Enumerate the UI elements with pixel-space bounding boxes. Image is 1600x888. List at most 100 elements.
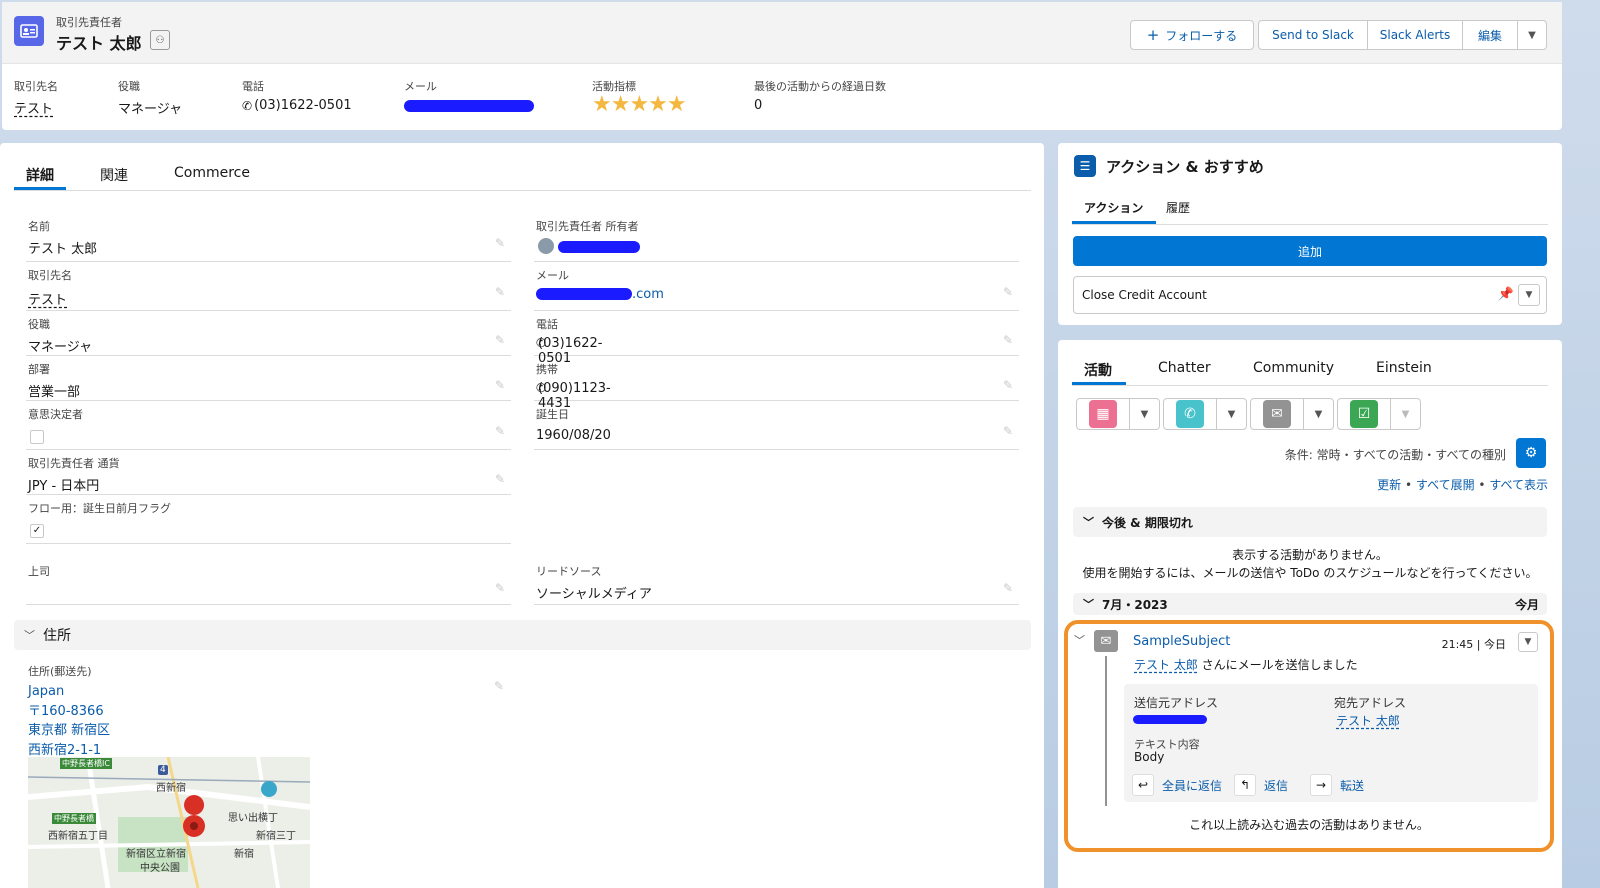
hierarchy-icon[interactable]: ⚇: [150, 30, 170, 50]
pencil-icon[interactable]: ✎: [495, 378, 505, 392]
pencil-icon[interactable]: ✎: [1003, 333, 1013, 347]
record-header: 取引先責任者 テスト 太郎 ⚇ + フォローする Send to Slack Sl…: [2, 2, 1562, 130]
tab-actions[interactable]: アクション: [1084, 199, 1143, 216]
reply-button[interactable]: ↰ 返信: [1234, 774, 1288, 796]
edit-button[interactable]: 編集: [1462, 20, 1518, 50]
chevron-down-icon[interactable]: ▼: [1216, 399, 1246, 429]
map-label: 新宿: [234, 849, 254, 860]
reply-icon: ↰: [1234, 774, 1256, 796]
field-owner: 取引先責任者 所有者: [534, 218, 1019, 262]
new-event-button[interactable]: ▦ ▼: [1076, 398, 1160, 430]
chevron-down-icon[interactable]: ▼: [1303, 399, 1333, 429]
tab-related[interactable]: 関連: [100, 165, 128, 185]
object-label: 取引先責任者: [56, 16, 122, 29]
timeline-line: [1105, 656, 1107, 806]
map-label: 中央公園: [140, 863, 180, 874]
email-redacted[interactable]: [404, 100, 534, 112]
refresh-link[interactable]: 更新: [1377, 478, 1401, 492]
detail-card: 詳細 関連 Commerce 名前 テスト 太郎 ✎ 取引先名 テスト ✎ 役職…: [0, 143, 1044, 888]
field-flow-flag: フロー用：誕生日前月フラグ ✓: [26, 500, 511, 544]
log-call-button[interactable]: ✆ ▼: [1163, 398, 1247, 430]
no-more-activity: これ以上読み込む過去の活動はありません。: [1189, 818, 1429, 832]
pencil-icon[interactable]: ✎: [495, 333, 505, 347]
more-actions-dropdown[interactable]: ▼: [1517, 20, 1547, 50]
field-phone: 電話 ✆ (03)1622-0501 ✎: [534, 316, 1019, 366]
expand-all-link[interactable]: すべて展開: [1416, 478, 1475, 492]
field-currency: 取引先責任者 通貨 JPY - 日本円 ✎: [26, 455, 511, 495]
chevron-down-icon[interactable]: ▼: [1518, 284, 1540, 306]
forward-button[interactable]: → 転送: [1310, 774, 1364, 796]
follow-button[interactable]: + フォローする: [1130, 20, 1254, 50]
pencil-icon[interactable]: ✎: [495, 285, 505, 299]
tab-community[interactable]: Community: [1253, 360, 1334, 376]
empty-message-1: 表示する活動がありません。: [1232, 548, 1388, 562]
highlight-days-since: 最後の活動からの経過日数 0: [754, 80, 886, 113]
chevron-down-icon[interactable]: ▼: [1390, 399, 1420, 429]
pin-icon[interactable]: 📌: [1498, 287, 1514, 302]
email-icon: ✉: [1263, 400, 1291, 428]
filter-settings-button[interactable]: ⚙: [1516, 438, 1546, 468]
phone-value[interactable]: (03)1622-0501: [254, 98, 352, 113]
map-label: 新宿区立新宿: [126, 849, 186, 860]
flow-flag-checkbox: ✓: [30, 524, 44, 538]
email-item-menu[interactable]: ▼: [1518, 632, 1538, 652]
email-suffix[interactable]: .com: [632, 287, 664, 302]
to-address-link[interactable]: テスト 太郎: [1336, 712, 1400, 729]
email-redacted[interactable]: [536, 288, 632, 300]
pencil-icon[interactable]: ✎: [495, 236, 505, 250]
pencil-icon[interactable]: ✎: [495, 472, 505, 486]
send-email-button[interactable]: ✉ ▼: [1250, 398, 1334, 430]
tab-einstein[interactable]: Einstein: [1376, 360, 1432, 376]
map-label: 西新宿五丁目: [48, 831, 108, 842]
field-email: メール .com ✎: [534, 267, 1019, 311]
highlight-title: 役職 マネージャ: [118, 80, 183, 117]
month-section-header[interactable]: ﹀ 7月・2023 今月: [1073, 593, 1547, 615]
email-subject-link[interactable]: SampleSubject: [1133, 634, 1230, 649]
action-item[interactable]: Close Credit Account 📌 ▼: [1073, 276, 1547, 314]
send-to-slack-button[interactable]: Send to Slack: [1258, 20, 1368, 50]
task-icon: ☑: [1350, 400, 1378, 428]
reply-all-icon: ↩: [1132, 774, 1154, 796]
pencil-icon[interactable]: ✎: [495, 581, 505, 595]
decision-maker-checkbox: [30, 430, 44, 444]
highlight-account: 取引先名 テスト: [14, 80, 58, 117]
address-section-header[interactable]: ﹀ 住所: [14, 620, 1031, 650]
tab-history[interactable]: 履歴: [1166, 199, 1190, 216]
pencil-icon[interactable]: ✎: [1003, 581, 1013, 595]
pencil-icon[interactable]: ✎: [494, 679, 504, 693]
field-mobile: 携帯 ✆ (090)1123-4431 ✎: [534, 361, 1019, 411]
reply-all-button[interactable]: ↩ 全員に返信: [1132, 774, 1222, 796]
field-birthday: 誕生日 1960/08/20 ✎: [534, 406, 1019, 450]
pencil-icon[interactable]: ✎: [1003, 378, 1013, 392]
account-name-link[interactable]: テスト: [28, 289, 67, 308]
chevron-down-icon[interactable]: ﹀: [1074, 632, 1085, 648]
new-task-button[interactable]: ☑ ▼: [1337, 398, 1421, 430]
owner-redacted[interactable]: [558, 241, 640, 253]
address-link[interactable]: Japan 〒160-8366 東京都 新宿区 西新宿2-1-1: [28, 682, 110, 760]
pencil-icon[interactable]: ✎: [1003, 285, 1013, 299]
email-activity-item: ﹀ ✉ SampleSubject 21:45 | 今日 ▼ テスト 太郎 さん…: [1068, 624, 1550, 848]
from-address-redacted[interactable]: [1133, 715, 1207, 724]
activity-filter-text: 条件: 常時・すべての活動・すべての種別: [1284, 448, 1506, 462]
address-map[interactable]: 中野長者橋IC 西新宿 中野長者橋 西新宿五丁目 思い出横丁 新宿三丁 新宿区立…: [28, 757, 310, 888]
tab-commerce[interactable]: Commerce: [174, 165, 250, 181]
empty-message-2: 使用を開始するには、メールの送信や ToDo のスケジュールなどを行ってください…: [1082, 566, 1538, 580]
chevron-down-icon: ﹀: [1083, 516, 1094, 529]
tab-activity[interactable]: 活動: [1084, 360, 1112, 380]
pencil-icon[interactable]: ✎: [1003, 424, 1013, 438]
upcoming-section-header[interactable]: ﹀ 今後 & 期限切れ: [1073, 507, 1547, 537]
chevron-down-icon: ﹀: [24, 629, 35, 642]
view-all-link[interactable]: すべて表示: [1489, 478, 1548, 492]
slack-alerts-button[interactable]: Slack Alerts: [1367, 20, 1463, 50]
add-action-button[interactable]: 追加: [1073, 236, 1547, 266]
phone-icon[interactable]: ✆: [242, 99, 252, 113]
pencil-icon[interactable]: ✎: [495, 424, 505, 438]
account-link[interactable]: テスト: [14, 98, 53, 117]
owner-avatar: [538, 238, 554, 254]
tab-detail[interactable]: 詳細: [26, 165, 54, 185]
tab-chatter[interactable]: Chatter: [1158, 360, 1211, 376]
chevron-down-icon[interactable]: ▼: [1129, 399, 1159, 429]
sender-link[interactable]: テスト 太郎: [1134, 658, 1198, 672]
map-label: 4: [158, 765, 168, 775]
map-label: 西新宿: [156, 783, 186, 794]
